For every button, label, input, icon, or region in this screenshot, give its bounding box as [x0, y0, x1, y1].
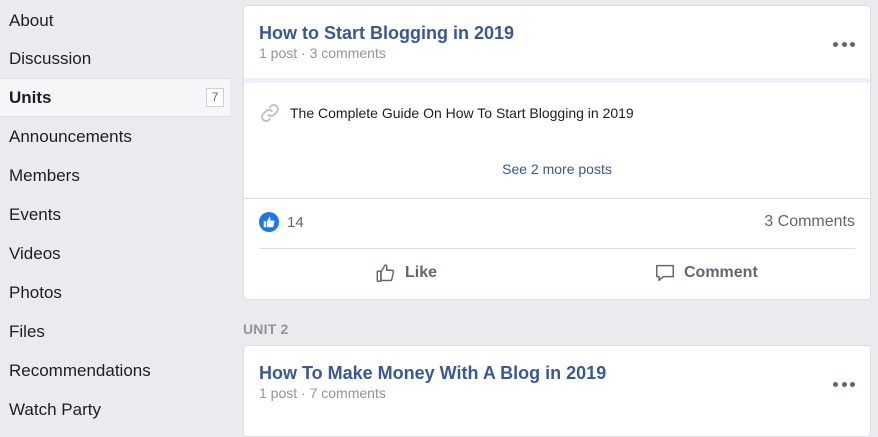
unit-meta: 1 post · 3 comments — [259, 45, 386, 61]
sidebar-item-announcements[interactable]: Announcements — [0, 117, 230, 156]
sidebar-item-photos[interactable]: Photos — [0, 273, 230, 312]
unit-section-label: UNIT 2 — [243, 321, 289, 337]
sidebar-item-recommendations[interactable]: Recommendations — [0, 351, 230, 390]
sidebar-item-about[interactable]: About — [0, 1, 230, 40]
comment-button-label: Comment — [684, 264, 758, 281]
see-more-posts-link[interactable]: See 2 more posts — [244, 161, 870, 177]
units-count-badge: 7 — [206, 88, 224, 107]
more-options-icon[interactable] — [833, 376, 855, 392]
unit-title-link[interactable]: How To Make Money With A Blog in 2019 — [259, 363, 606, 384]
like-button[interactable]: Like — [375, 262, 437, 284]
sidebar-item-videos[interactable]: Videos — [0, 234, 230, 273]
sidebar-item-members[interactable]: Members — [0, 156, 230, 195]
sidebar-item-watch-party[interactable]: Watch Party — [0, 390, 230, 429]
like-count: 14 — [287, 213, 304, 231]
card-header-divider — [244, 78, 870, 83]
divider — [259, 248, 855, 249]
post-list-item[interactable]: The Complete Guide On How To Start Blogg… — [259, 102, 634, 124]
comment-button[interactable]: Comment — [654, 262, 758, 284]
more-options-icon[interactable] — [833, 36, 855, 52]
thumbs-up-icon — [376, 264, 395, 282]
like-button-label: Like — [405, 264, 438, 281]
sidebar-item-discussion[interactable]: Discussion — [0, 39, 230, 78]
unit-card: How to Start Blogging in 2019 1 post · 3… — [243, 5, 871, 300]
link-icon — [261, 104, 279, 122]
divider — [244, 198, 870, 199]
sidebar-item-events[interactable]: Events — [0, 195, 230, 234]
group-sidebar-nav: About Discussion Units 7 Announcements M… — [0, 0, 230, 421]
sidebar-item-label: Units — [9, 88, 52, 107]
post-title: The Complete Guide On How To Start Blogg… — [290, 105, 634, 121]
sidebar-item-files[interactable]: Files — [0, 312, 230, 351]
comment-bubble-icon — [656, 264, 674, 282]
unit-title-link[interactable]: How to Start Blogging in 2019 — [259, 23, 514, 44]
reaction-summary[interactable]: 14 — [259, 212, 304, 232]
like-reaction-icon — [259, 212, 279, 232]
unit-card: How To Make Money With A Blog in 2019 1 … — [243, 345, 871, 437]
sidebar-item-units[interactable]: Units 7 — [0, 78, 230, 117]
comments-count-link[interactable]: 3 Comments — [764, 213, 855, 231]
unit-meta: 1 post · 7 comments — [259, 385, 386, 401]
